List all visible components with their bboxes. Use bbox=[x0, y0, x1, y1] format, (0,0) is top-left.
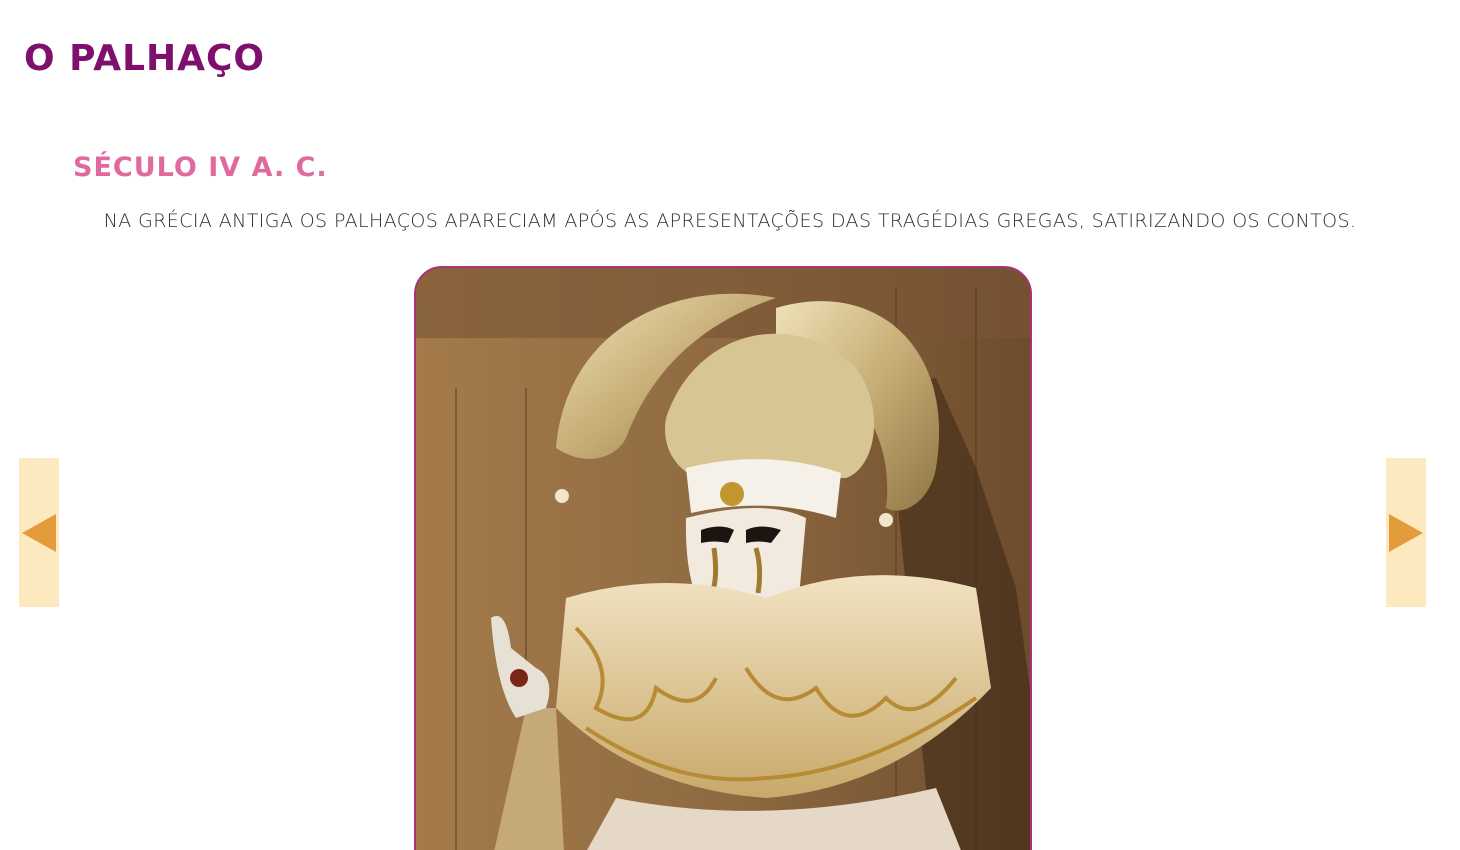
slide-page: O PALHAÇO SÉCULO IV A. C. NA GRÉCIA ANTI… bbox=[0, 0, 1460, 850]
page-title: O PALHAÇO bbox=[24, 38, 266, 79]
previous-slide-button[interactable] bbox=[19, 458, 59, 607]
triangle-left-icon bbox=[22, 513, 56, 552]
triangle-right-icon bbox=[1389, 513, 1423, 552]
slide-caption: NA GRÉCIA ANTIGA OS PALHAÇOS APARECIAM A… bbox=[103, 210, 1357, 232]
section-heading: SÉCULO IV A. C. bbox=[73, 152, 328, 183]
jester-photo-illustration bbox=[416, 268, 1030, 850]
jester-photo bbox=[414, 266, 1032, 850]
next-slide-button[interactable] bbox=[1386, 458, 1426, 607]
